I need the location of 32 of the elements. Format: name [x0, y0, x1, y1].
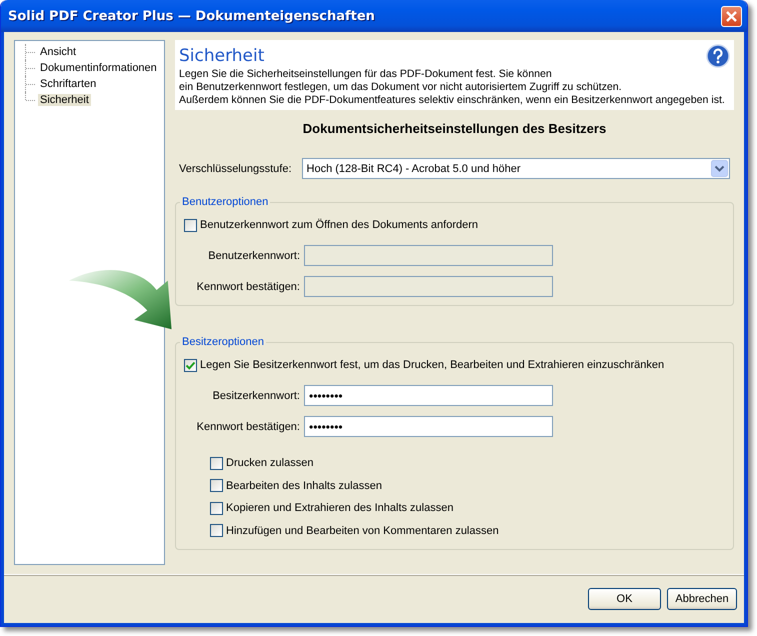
subsection-heading: Dokumentsicherheitseinstellungen des Besitzers — [302, 121, 608, 136]
password-field[interactable]: •••••••• — [304, 416, 553, 437]
checkbox-option[interactable]: Kopieren und Extrahieren des Inhalts zulassen — [210, 500, 725, 516]
description-text: Legen Sie die Sicherheitseinstellungen für das PDF-Dokument fest. Sie können — [179, 68, 553, 81]
help-icon[interactable] — [706, 44, 730, 68]
check-icon — [185, 360, 196, 370]
field-label: Verschlüsselungsstufe: — [179, 162, 292, 174]
description-text: Außerdem können Sie die PDF-Dokumentfeatures selektiv einschränken, wenn ein Besitzerkennwort angegeben ist. — [179, 94, 726, 107]
field-label: Benutzerkennwort: — [207, 250, 300, 262]
checkbox-option[interactable]: Legen Sie Besitzerkennwort fest, um das Drucken, Bearbeiten und Extrahieren einzuschränken — [184, 357, 725, 373]
encryption-dropdown[interactable]: Hoch (128-Bit RC4) - Acrobat 5.0 und höher — [302, 158, 730, 179]
checkbox-option[interactable]: Bearbeiten des Inhalts zulassen — [210, 478, 725, 494]
tree-item[interactable]: Ansicht — [38, 46, 78, 58]
password-field[interactable]: •••••••• — [304, 385, 553, 406]
field-label: Kennwort bestätigen: — [196, 420, 300, 432]
dialog-button[interactable]: Abbrechen — [667, 588, 737, 610]
tree-item[interactable]: Schriftarten — [38, 78, 98, 90]
window-title: Solid PDF Creator Plus — Dokumenteigenschaften — [8, 8, 375, 24]
group-title: Besitzeroptionen — [180, 336, 266, 348]
description-text: ein Benutzerkennwort festlegen, um das Dokument vor nicht autorisiertem Zugriff zu schützen. — [179, 81, 623, 94]
group-title: Benutzeroptionen — [180, 196, 270, 208]
field-label: Besitzerkennwort: — [212, 390, 300, 402]
checkbox-option[interactable]: Hinzufügen und Bearbeiten von Kommentaren zulassen — [210, 522, 725, 538]
close-button[interactable] — [721, 6, 742, 26]
dialog-button[interactable]: OK — [588, 588, 661, 610]
checkbox-option[interactable]: Drucken zulassen — [210, 455, 725, 471]
checkbox-option[interactable]: Benutzerkennwort zum Öffnen des Dokuments anfordern — [184, 217, 725, 233]
tree-item[interactable]: Dokumentinformationen — [38, 62, 159, 74]
field-label: Kennwort bestätigen: — [196, 280, 300, 292]
section-heading: Sicherheit — [179, 46, 264, 66]
tree-item[interactable]: Sicherheit — [38, 94, 91, 106]
close-icon — [725, 10, 738, 22]
